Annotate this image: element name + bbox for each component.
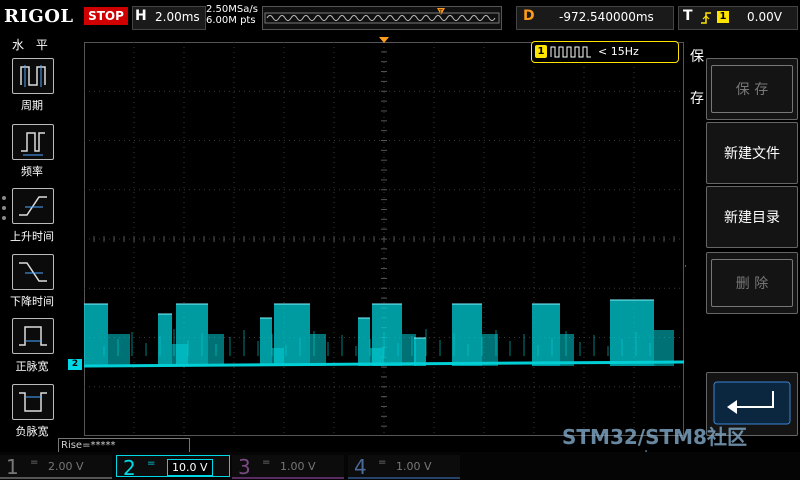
save-button[interactable]: 保 存 bbox=[706, 58, 798, 120]
period-label: 周期 bbox=[21, 99, 43, 112]
measurement-channel-badge: 1 bbox=[535, 45, 547, 58]
measurement-value: < 15Hz bbox=[598, 45, 639, 58]
memory-waveform-overview: T bbox=[264, 8, 500, 24]
rise-time-icon bbox=[19, 196, 47, 216]
channel-1-number: 1 bbox=[6, 455, 19, 479]
positive-width-label: 正脉宽 bbox=[15, 360, 49, 373]
horizontal-timebase[interactable]: H 2.00ms bbox=[132, 6, 206, 30]
waveform-grid bbox=[83, 41, 685, 436]
rising-edge-icon bbox=[701, 12, 711, 24]
acquisition-info: 2.50MSa/s 6.00M pts bbox=[206, 4, 258, 26]
channel-4-coupling: = bbox=[378, 457, 387, 468]
measure-sidebar: 水 平 周期 频率 上升时间 下降时间 正脉宽 负脉宽 bbox=[0, 36, 60, 452]
channel-3-scale: 1.00 V bbox=[280, 460, 316, 473]
channel-1-status[interactable]: 1 = 2.00 V bbox=[0, 455, 112, 479]
fall-time-label: 下降时间 bbox=[10, 295, 54, 308]
channel-status-bar: 1 = 2.00 V 2 = 10.0 V 3 = 1.00 V 4 = 1.0… bbox=[0, 452, 800, 480]
brand-logo: RIGOL bbox=[4, 6, 74, 27]
new-folder-label: 新建目录 bbox=[724, 210, 780, 226]
channel-1-coupling: = bbox=[30, 457, 39, 468]
rise-time-measure-button[interactable] bbox=[12, 188, 54, 224]
new-file-button[interactable]: 新建文件 bbox=[706, 122, 798, 184]
channel-4-scale: 1.00 V bbox=[396, 460, 432, 473]
waveform-display[interactable] bbox=[83, 41, 685, 436]
trigger-time-marker bbox=[379, 37, 389, 43]
trigger-key: T bbox=[683, 8, 693, 24]
return-arrow-icon bbox=[713, 381, 791, 425]
trigger-source-badge: 1 bbox=[717, 11, 729, 23]
negative-width-measure-button[interactable] bbox=[12, 384, 54, 420]
save-menu-panel: 保 存 保 存 新建文件 新建目录 删 除 bbox=[686, 36, 800, 480]
negative-width-label: 负脉宽 bbox=[15, 425, 49, 438]
trigger-display[interactable]: T 1 0.00V bbox=[678, 6, 798, 30]
frequency-measure-button[interactable] bbox=[12, 124, 54, 160]
channel-4-number: 4 bbox=[354, 455, 367, 479]
new-folder-button[interactable]: 新建目录 bbox=[706, 186, 798, 248]
positive-width-icon bbox=[19, 326, 47, 346]
delete-label: 删 除 bbox=[735, 276, 769, 292]
memory-depth: 6.00M pts bbox=[206, 15, 256, 26]
positive-width-measure-button[interactable] bbox=[12, 318, 54, 354]
channel-2-status[interactable]: 2 = 10.0 V bbox=[116, 455, 230, 480]
delay-key: D bbox=[523, 8, 535, 24]
channel-3-status[interactable]: 3 = 1.00 V bbox=[232, 455, 344, 479]
trigger-level: 0.00V bbox=[747, 10, 782, 24]
page-indicator bbox=[2, 196, 8, 226]
top-status-bar: RIGOL STOP H 2.00ms 2.50MSa/s 6.00M pts … bbox=[0, 0, 800, 36]
channel-3-coupling: = bbox=[262, 457, 271, 468]
menu-title-char-1: 保 bbox=[690, 49, 704, 65]
sidebar-title: 水 平 bbox=[12, 38, 52, 52]
menu-title-char-2: 存 bbox=[690, 91, 704, 107]
channel-2-coupling: = bbox=[147, 458, 156, 469]
rise-time-label: 上升时间 bbox=[10, 230, 54, 243]
delay-display[interactable]: D -972.540000ms bbox=[516, 6, 674, 30]
frequency-label: 频率 bbox=[21, 165, 43, 178]
new-file-label: 新建文件 bbox=[724, 146, 780, 162]
negative-width-icon bbox=[19, 392, 47, 412]
horizontal-key: H bbox=[135, 8, 147, 24]
watermark-title: STM32/STM8社区 bbox=[562, 425, 747, 449]
fall-time-icon bbox=[19, 262, 47, 282]
run-stop-status[interactable]: STOP bbox=[84, 7, 128, 25]
period-icon bbox=[20, 65, 46, 87]
svg-text:T: T bbox=[438, 9, 443, 16]
trigger-position-bar: T bbox=[262, 6, 502, 30]
period-measure-button[interactable] bbox=[12, 58, 54, 94]
channel-1-scale: 2.00 V bbox=[48, 460, 84, 473]
channel-2-number: 2 bbox=[123, 456, 136, 480]
fall-time-measure-button[interactable] bbox=[12, 254, 54, 290]
square-wave-icon bbox=[550, 46, 591, 58]
delete-button[interactable]: 删 除 bbox=[706, 252, 798, 314]
save-button-label: 保 存 bbox=[735, 82, 769, 98]
channel-2-scale: 10.0 V bbox=[167, 459, 213, 476]
channel-2-offset-marker[interactable]: 2 bbox=[68, 359, 82, 370]
frequency-icon bbox=[21, 132, 45, 156]
channel-4-status[interactable]: 4 = 1.00 V bbox=[348, 455, 460, 479]
timebase-value: 2.00ms bbox=[155, 10, 200, 24]
measurement-result: 1 < 15Hz bbox=[531, 41, 679, 63]
sample-rate: 2.50MSa/s bbox=[206, 4, 258, 15]
channel-2-trace bbox=[83, 299, 685, 368]
channel-3-number: 3 bbox=[238, 455, 251, 479]
delay-value: -972.540000ms bbox=[559, 10, 654, 24]
